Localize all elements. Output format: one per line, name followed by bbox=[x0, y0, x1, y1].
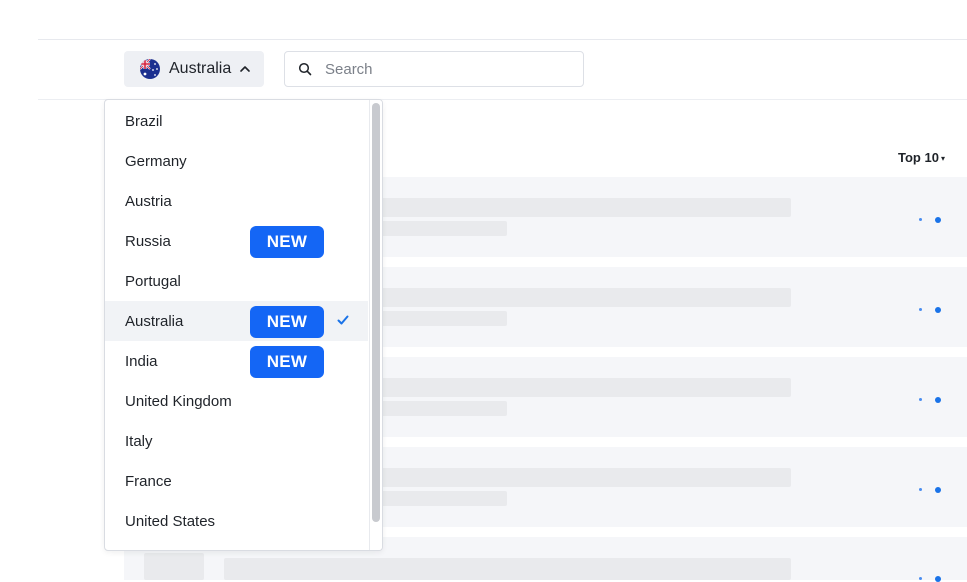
country-option-russia[interactable]: Russia NEW bbox=[105, 221, 368, 261]
country-option-label: Australia bbox=[125, 312, 184, 330]
country-option-portugal[interactable]: Portugal bbox=[105, 261, 368, 301]
loading-dot-large bbox=[935, 576, 941, 582]
loading-dot-small bbox=[919, 308, 922, 311]
loading-dot-small bbox=[919, 218, 922, 221]
header-divider bbox=[38, 39, 967, 40]
country-option-united-kingdom[interactable]: United Kingdom bbox=[105, 381, 368, 421]
loading-dot-large bbox=[935, 307, 941, 313]
country-option-label: India bbox=[125, 352, 158, 370]
skeleton-title bbox=[224, 558, 791, 580]
country-option-label: United Kingdom bbox=[125, 392, 232, 410]
country-option-france[interactable]: France bbox=[105, 461, 368, 501]
top-n-selector[interactable]: Top 10 ▾ bbox=[898, 150, 945, 165]
loading-dot-large bbox=[935, 487, 941, 493]
top-n-label: Top 10 bbox=[898, 150, 939, 165]
loading-dot-large bbox=[935, 217, 941, 223]
country-option-label: Portugal bbox=[125, 272, 181, 290]
new-badge: NEW bbox=[250, 226, 324, 258]
country-option-label: Italy bbox=[125, 432, 153, 450]
country-option-label: France bbox=[125, 472, 172, 490]
checkmark-icon bbox=[337, 315, 349, 325]
country-option-label: Austria bbox=[125, 192, 172, 210]
caret-down-icon: ▾ bbox=[940, 154, 945, 164]
country-option-united-states[interactable]: United States bbox=[105, 501, 368, 541]
loading-dot-small bbox=[919, 398, 922, 401]
search-icon bbox=[298, 62, 312, 76]
country-selector-label: Australia bbox=[169, 60, 232, 77]
search-box[interactable] bbox=[284, 51, 584, 87]
loading-dot-large bbox=[935, 397, 941, 403]
country-option-italy[interactable]: Italy bbox=[105, 421, 368, 461]
country-option-brazil[interactable]: Brazil bbox=[105, 101, 368, 141]
country-option-label: Germany bbox=[125, 152, 187, 170]
country-option-germany[interactable]: Germany bbox=[105, 141, 368, 181]
loading-dot-small bbox=[919, 488, 922, 491]
dropdown-scrollbar-thumb[interactable] bbox=[372, 103, 380, 522]
country-option-india[interactable]: India NEW bbox=[105, 341, 368, 381]
country-selector-button[interactable]: Australia bbox=[124, 51, 264, 87]
chevron-up-icon bbox=[240, 66, 251, 72]
country-dropdown: Brazil Germany Austria Russia NEW Portug… bbox=[104, 99, 383, 551]
new-badge: NEW bbox=[250, 306, 324, 338]
skeleton-thumbnail bbox=[144, 553, 204, 580]
country-option-australia[interactable]: Australia NEW bbox=[105, 301, 368, 341]
country-option-label: United States bbox=[125, 512, 216, 530]
australia-flag-icon bbox=[140, 59, 160, 79]
country-option-austria[interactable]: Austria bbox=[105, 181, 368, 221]
new-badge: NEW bbox=[250, 346, 324, 378]
country-option-label: Russia bbox=[125, 232, 171, 250]
country-option-label: Brazil bbox=[125, 112, 163, 130]
search-input[interactable] bbox=[325, 60, 565, 78]
